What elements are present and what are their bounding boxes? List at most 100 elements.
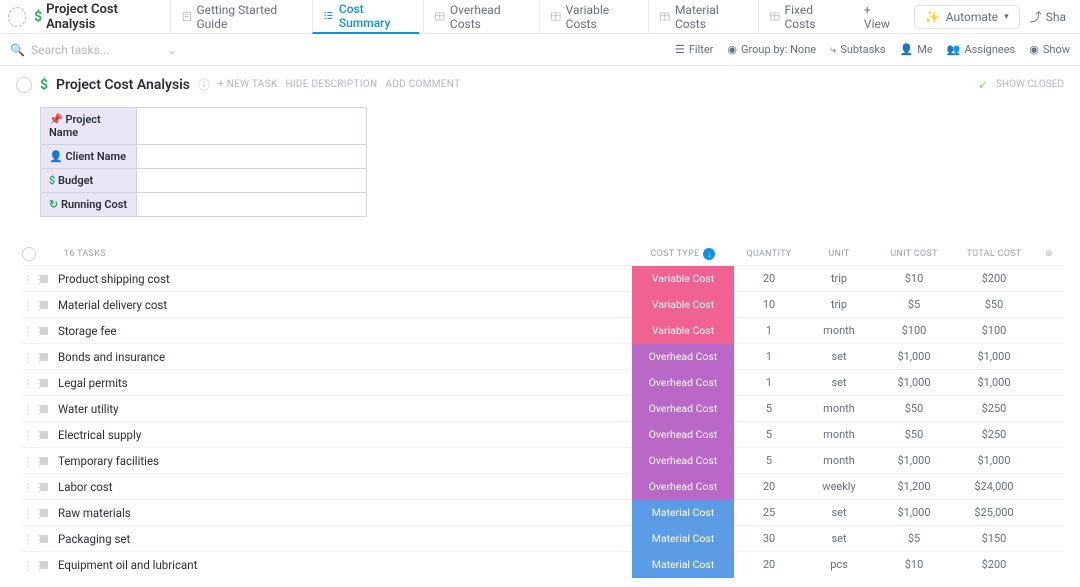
status-circle-icon[interactable] xyxy=(16,77,32,93)
cost-type-badge[interactable]: Material Cost xyxy=(632,552,734,578)
drag-handle-icon[interactable]: ⋮⋮ xyxy=(22,324,40,338)
meta-budget-value[interactable] xyxy=(137,169,367,193)
col-quantity[interactable]: QUANTITY xyxy=(734,249,804,259)
task-name[interactable]: Water utility xyxy=(58,402,632,416)
task-row[interactable]: ⋮⋮Equipment oil and lubricantMaterial Co… xyxy=(22,551,1064,577)
quantity-cell[interactable]: 5 xyxy=(734,428,804,441)
task-row[interactable]: ⋮⋮Storage feeVariable Cost1month$100$100 xyxy=(22,317,1064,343)
quantity-cell[interactable]: 10 xyxy=(734,298,804,311)
status-square-icon[interactable] xyxy=(40,431,48,439)
drag-handle-icon[interactable]: ⋮⋮ xyxy=(22,454,40,468)
show-button[interactable]: ◉Show xyxy=(1029,43,1070,56)
task-name[interactable]: Electrical supply xyxy=(58,428,632,442)
tab-overhead-costs[interactable]: Overhead Costs xyxy=(423,0,535,34)
task-row[interactable]: ⋮⋮Bonds and insuranceOverhead Cost1set$1… xyxy=(22,343,1064,369)
status-square-icon[interactable] xyxy=(40,535,48,543)
status-square-icon[interactable] xyxy=(40,275,48,283)
drag-handle-icon[interactable]: ⋮⋮ xyxy=(22,350,40,364)
task-name[interactable]: Storage fee xyxy=(58,324,632,338)
quantity-cell[interactable]: 1 xyxy=(734,324,804,337)
col-total-cost[interactable]: TOTAL COST xyxy=(954,249,1034,259)
cost-type-badge[interactable]: Variable Cost xyxy=(632,292,734,318)
unit-cell[interactable]: set xyxy=(804,506,874,519)
col-cost-type[interactable]: COST TYPE↓ xyxy=(632,248,734,260)
task-name[interactable]: Product shipping cost xyxy=(58,272,632,286)
drag-handle-icon[interactable]: ⋮⋮ xyxy=(22,532,40,546)
quantity-cell[interactable]: 1 xyxy=(734,350,804,363)
quantity-cell[interactable]: 25 xyxy=(734,506,804,519)
task-name[interactable]: Legal permits xyxy=(58,376,632,390)
share-button[interactable]: ⤴ Sha xyxy=(1024,8,1072,25)
total-cost-cell[interactable]: $200 xyxy=(954,272,1034,285)
quantity-cell[interactable]: 20 xyxy=(734,558,804,571)
add-view-button[interactable]: + View xyxy=(854,3,906,31)
meta-running-cost-value[interactable] xyxy=(137,193,367,217)
task-name[interactable]: Bonds and insurance xyxy=(58,350,632,364)
status-square-icon[interactable] xyxy=(40,483,48,491)
status-square-icon[interactable] xyxy=(40,561,48,569)
cost-type-badge[interactable]: Overhead Cost xyxy=(632,370,734,396)
cost-type-badge[interactable]: Overhead Cost xyxy=(632,396,734,422)
total-cost-cell[interactable]: $50 xyxy=(954,298,1034,311)
drag-handle-icon[interactable]: ⋮⋮ xyxy=(22,480,40,494)
quantity-cell[interactable]: 30 xyxy=(734,532,804,545)
quantity-cell[interactable]: 20 xyxy=(734,480,804,493)
total-cost-cell[interactable]: $25,000 xyxy=(954,506,1034,519)
quantity-cell[interactable]: 5 xyxy=(734,454,804,467)
unit-cell[interactable]: set xyxy=(804,350,874,363)
new-task-button[interactable]: + NEW TASK xyxy=(218,79,277,90)
unit-cell[interactable]: month xyxy=(804,428,874,441)
unit-cell[interactable]: month xyxy=(804,454,874,467)
unit-cost-cell[interactable]: $50 xyxy=(874,428,954,441)
assignees-button[interactable]: 👥Assignees xyxy=(947,43,1016,56)
status-square-icon[interactable] xyxy=(40,509,48,517)
drag-handle-icon[interactable]: ⋮⋮ xyxy=(22,428,40,442)
total-cost-cell[interactable]: $1,000 xyxy=(954,376,1034,389)
subtasks-button[interactable]: ⤷Subtasks xyxy=(830,43,885,57)
cost-type-badge[interactable]: Variable Cost xyxy=(632,318,734,344)
unit-cost-cell[interactable]: $1,000 xyxy=(874,350,954,363)
drag-handle-icon[interactable]: ⋮⋮ xyxy=(22,298,40,312)
unit-cost-cell[interactable]: $5 xyxy=(874,298,954,311)
task-row[interactable]: ⋮⋮Legal permitsOverhead Cost1set$1,000$1… xyxy=(22,369,1064,395)
drag-handle-icon[interactable]: ⋮⋮ xyxy=(22,376,40,390)
drag-handle-icon[interactable]: ⋮⋮ xyxy=(22,402,40,416)
unit-cost-cell[interactable]: $5 xyxy=(874,532,954,545)
cost-type-badge[interactable]: Overhead Cost xyxy=(632,448,734,474)
total-cost-cell[interactable]: $250 xyxy=(954,428,1034,441)
status-square-icon[interactable] xyxy=(40,405,48,413)
task-row[interactable]: ⋮⋮Water utilityOverhead Cost5month$50$25… xyxy=(22,395,1064,421)
unit-cell[interactable]: pcs xyxy=(804,558,874,571)
chevron-down-icon[interactable]: ⌄ xyxy=(167,43,177,57)
status-square-icon[interactable] xyxy=(40,353,48,361)
status-circle-icon[interactable] xyxy=(22,247,36,261)
page-title-block[interactable]: $ Project Cost Analysis xyxy=(34,2,156,32)
task-row[interactable]: ⋮⋮Temporary facilitiesOverhead Cost5mont… xyxy=(22,447,1064,473)
unit-cell[interactable]: weekly xyxy=(804,480,874,493)
search-wrap[interactable]: 🔍 ⌄ xyxy=(10,43,177,57)
tab-variable-costs[interactable]: Variable Costs xyxy=(539,0,644,34)
meta-client-name-value[interactable] xyxy=(137,145,367,169)
info-icon[interactable]: ⓘ xyxy=(198,76,210,93)
unit-cell[interactable]: month xyxy=(804,402,874,415)
status-square-icon[interactable] xyxy=(40,457,48,465)
task-row[interactable]: ⋮⋮Labor costOverhead Cost20weekly$1,200$… xyxy=(22,473,1064,499)
total-cost-cell[interactable]: $24,000 xyxy=(954,480,1034,493)
task-name[interactable]: Packaging set xyxy=(58,532,632,546)
total-cost-cell[interactable]: $250 xyxy=(954,402,1034,415)
add-column-button[interactable]: ⊕ xyxy=(1034,249,1064,259)
task-row[interactable]: ⋮⋮Packaging setMaterial Cost30set$5$150 xyxy=(22,525,1064,551)
status-square-icon[interactable] xyxy=(40,301,48,309)
col-unit[interactable]: UNIT xyxy=(804,249,874,259)
task-name[interactable]: Material delivery cost xyxy=(58,298,632,312)
unit-cell[interactable]: set xyxy=(804,532,874,545)
unit-cost-cell[interactable]: $10 xyxy=(874,558,954,571)
unit-cost-cell[interactable]: $1,000 xyxy=(874,506,954,519)
task-row[interactable]: ⋮⋮Electrical supplyOverhead Cost5month$5… xyxy=(22,421,1064,447)
unit-cell[interactable]: trip xyxy=(804,298,874,311)
quantity-cell[interactable]: 5 xyxy=(734,402,804,415)
unit-cost-cell[interactable]: $1,200 xyxy=(874,480,954,493)
search-input[interactable] xyxy=(31,43,131,57)
tab-fixed-costs[interactable]: Fixed Costs xyxy=(758,0,850,34)
task-row[interactable]: ⋮⋮ Material delivery costVariable Cost10t… xyxy=(22,291,1064,317)
